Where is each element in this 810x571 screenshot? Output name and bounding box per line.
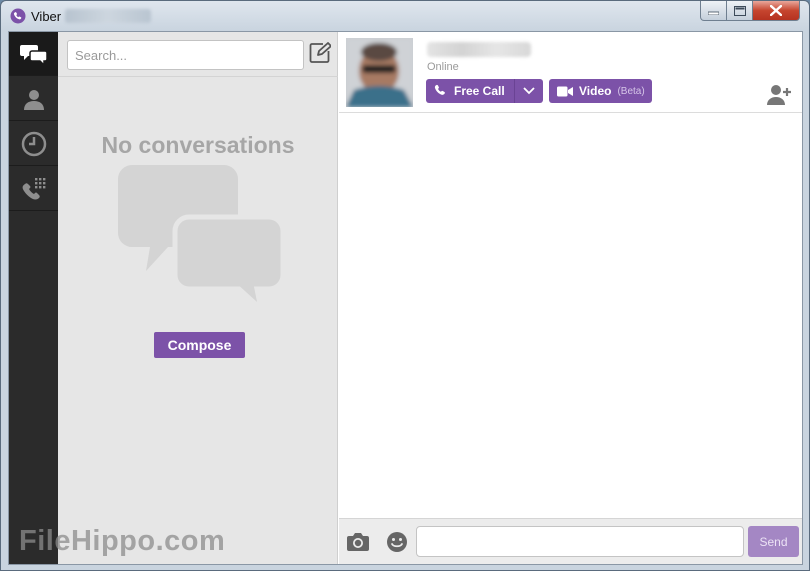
nav-contacts-button[interactable] <box>9 77 58 121</box>
navigation-rail <box>9 32 58 564</box>
nav-recents-button[interactable] <box>9 122 58 166</box>
search-divider <box>58 76 338 77</box>
empty-conversations-icon <box>118 165 283 310</box>
camera-icon[interactable] <box>346 532 370 552</box>
title-bar[interactable]: Viber <box>1 1 809 31</box>
call-options-dropdown[interactable] <box>514 79 543 103</box>
message-area[interactable] <box>339 114 802 518</box>
minimize-icon <box>708 11 719 15</box>
emoji-icon[interactable] <box>386 531 408 553</box>
contact-name-blurred <box>427 42 531 57</box>
minimize-button[interactable] <box>700 1 727 21</box>
viber-window: Viber Search... No conversations Compose… <box>0 0 810 571</box>
recents-clock-icon <box>21 131 46 156</box>
phone-icon <box>434 84 445 95</box>
contact-header: Online Free Call Video (Beta) <box>339 32 802 113</box>
video-call-button[interactable]: Video (Beta) <box>549 79 652 103</box>
search-input[interactable] <box>67 40 304 70</box>
message-input[interactable] <box>416 526 744 557</box>
close-button[interactable] <box>753 1 800 21</box>
viber-logo-icon <box>10 8 26 24</box>
app-content: No conversations Compose <box>8 31 803 565</box>
chat-bubbles-icon <box>19 44 48 66</box>
nav-dialpad-button[interactable] <box>9 167 58 211</box>
add-participant-icon[interactable] <box>766 84 792 106</box>
message-composer: Send <box>339 518 802 564</box>
avatar-photo <box>346 38 413 107</box>
close-icon <box>770 5 782 16</box>
contact-status: Online <box>427 61 459 73</box>
conversations-panel: No conversations Compose <box>58 32 338 564</box>
video-beta-badge: (Beta) <box>617 85 645 97</box>
send-button[interactable]: Send <box>748 526 799 557</box>
filehippo-watermark: FileHippo.com <box>19 525 226 557</box>
empty-state-title: No conversations <box>101 132 295 158</box>
dialpad-icon <box>22 177 45 199</box>
contacts-icon <box>23 89 44 110</box>
compose-icon[interactable] <box>309 42 331 64</box>
compose-button[interactable]: Compose <box>154 332 245 358</box>
video-label: Video <box>579 84 612 98</box>
maximize-button[interactable] <box>727 1 753 21</box>
chevron-down-icon <box>523 87 535 95</box>
chat-panel: Online Free Call Video (Beta) Send <box>339 32 802 564</box>
video-camera-icon <box>557 86 573 96</box>
free-call-label: Free Call <box>454 84 505 98</box>
contact-avatar[interactable] <box>346 38 413 107</box>
window-title: Viber <box>31 9 62 24</box>
nav-chats-button[interactable] <box>9 32 58 76</box>
free-call-button[interactable]: Free Call <box>426 79 514 103</box>
maximize-icon <box>733 5 746 16</box>
blurred-title-detail <box>65 9 151 23</box>
